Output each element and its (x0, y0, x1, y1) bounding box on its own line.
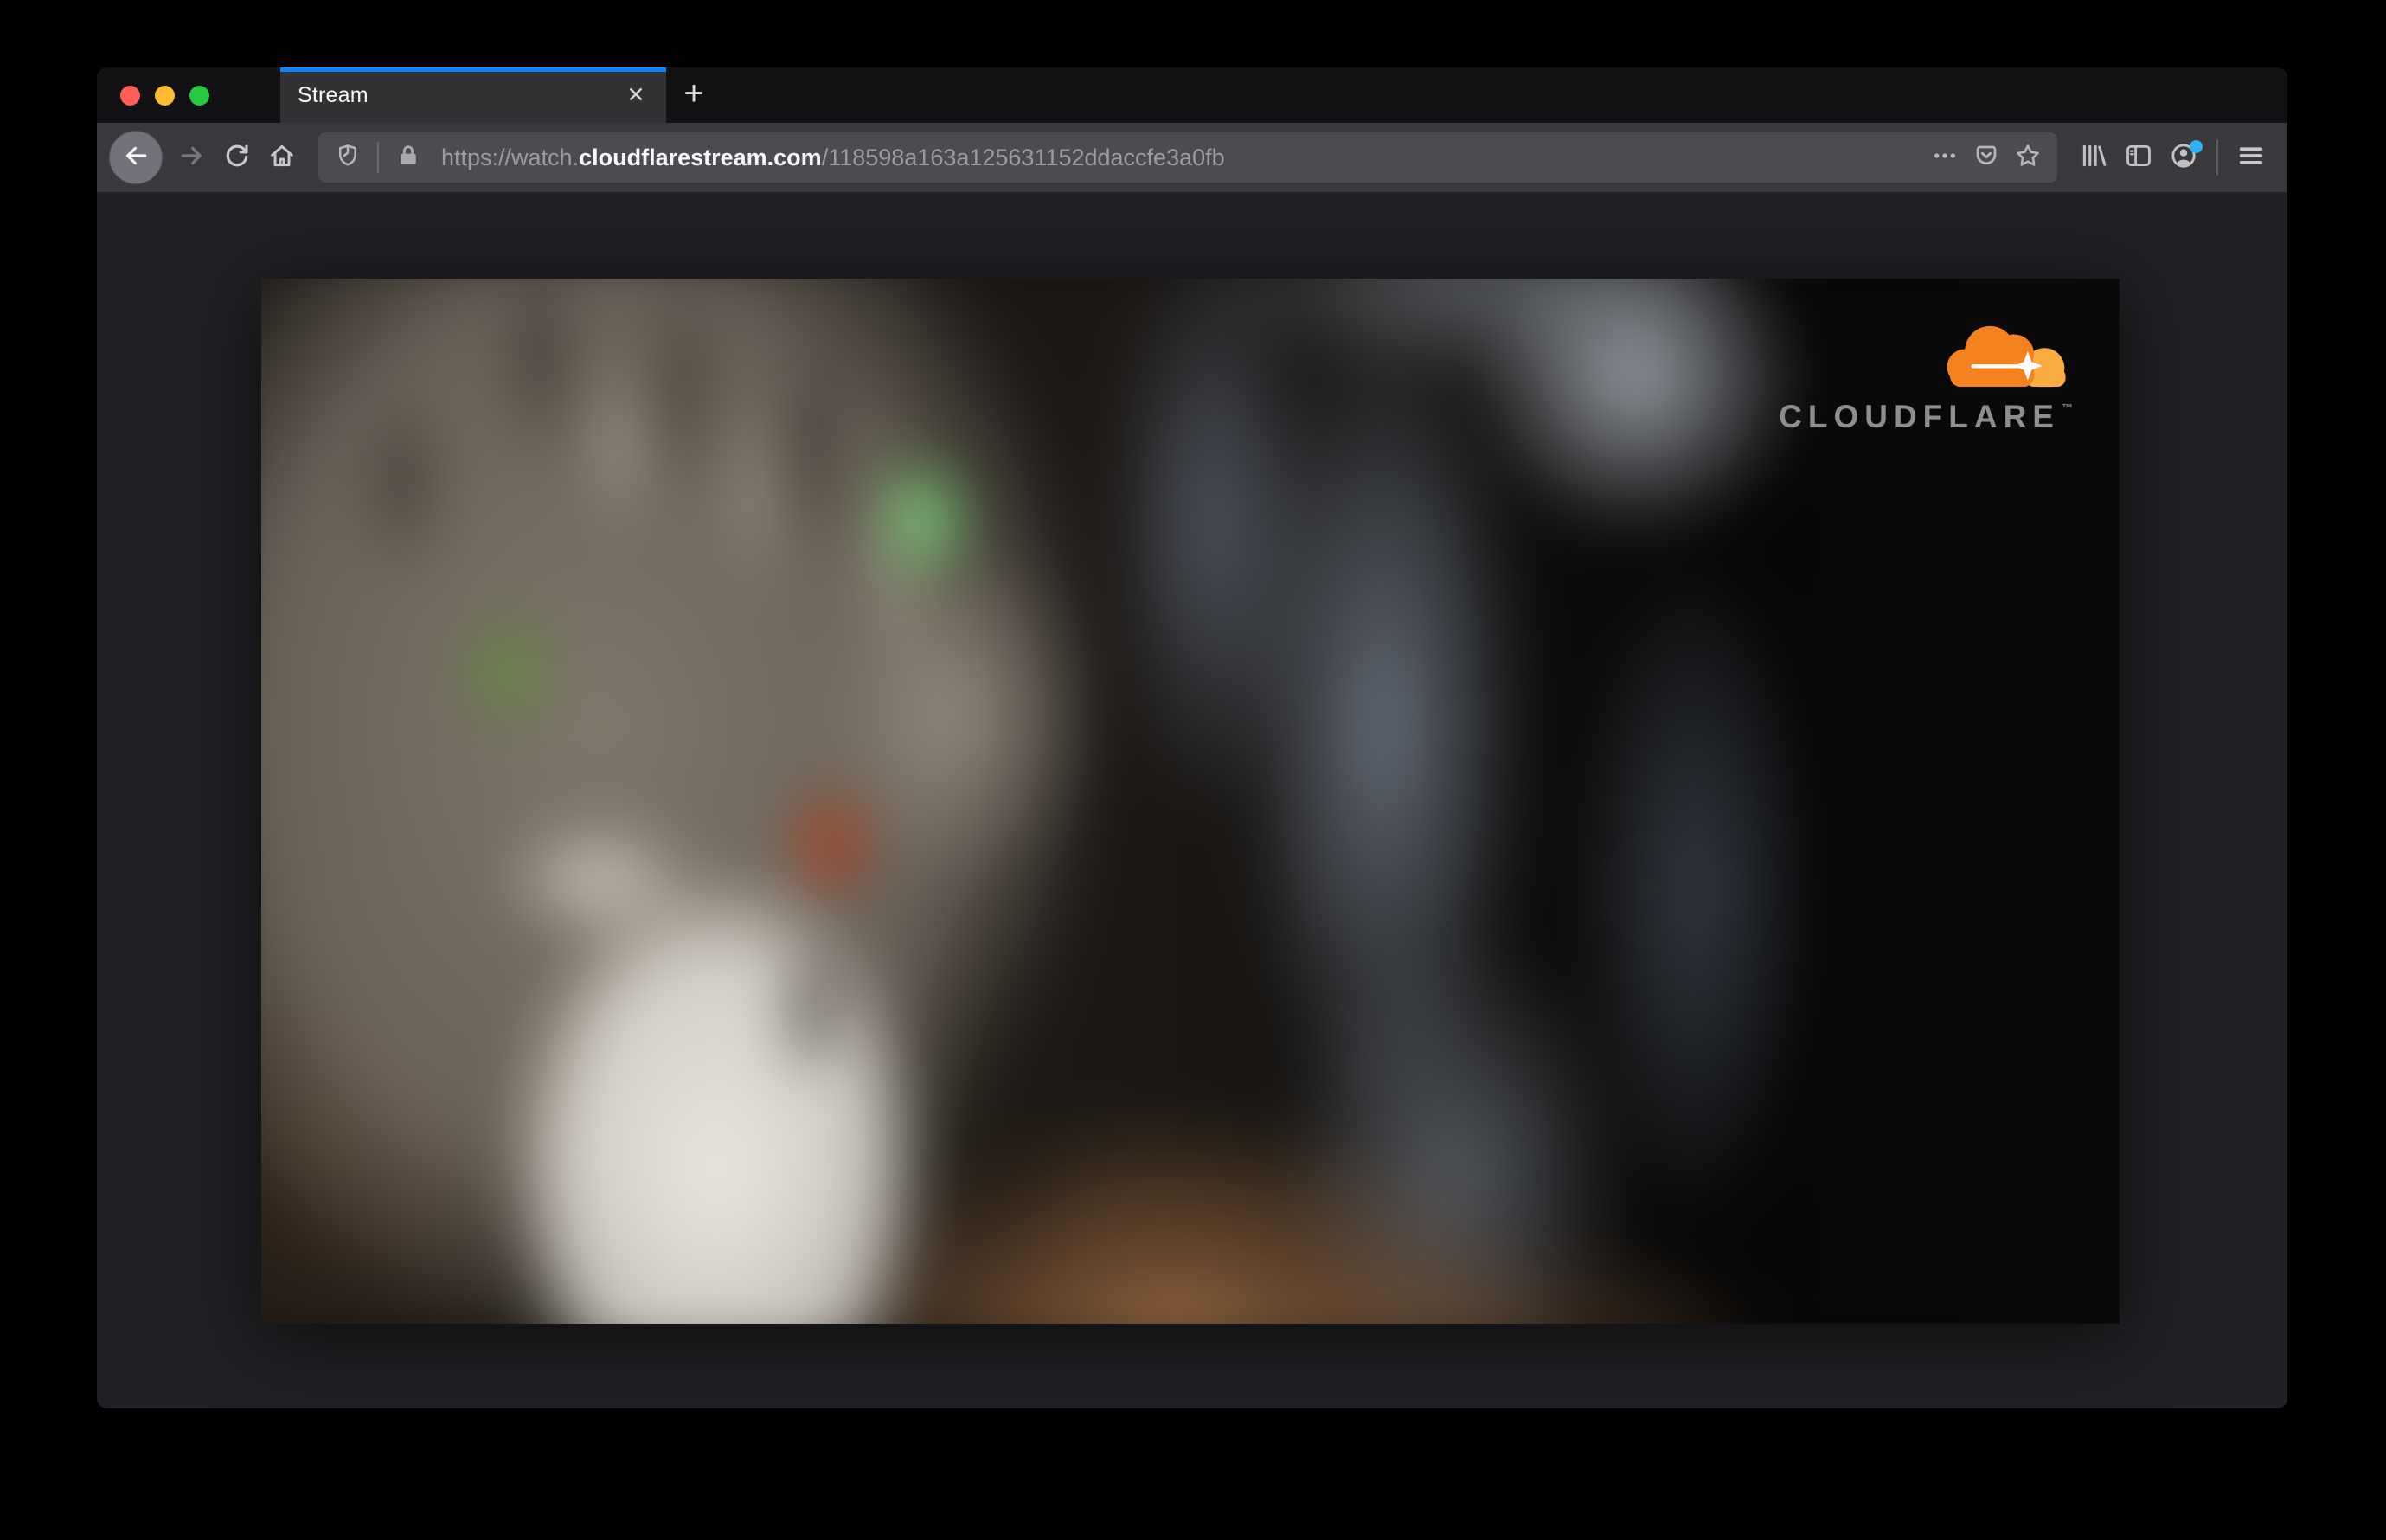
account-notification-badge (2190, 140, 2203, 153)
three-dots-icon (1932, 143, 1958, 173)
url-text: https://watch.cloudflarestream.com/11859… (441, 144, 1924, 171)
tracking-protection-button[interactable] (327, 137, 369, 178)
url-bar[interactable]: https://watch.cloudflarestream.com/11859… (318, 132, 2057, 183)
urlbar-divider (377, 142, 379, 173)
forward-button[interactable] (170, 135, 215, 180)
toolbar-divider (2216, 139, 2218, 176)
reload-icon (223, 142, 251, 174)
library-button[interactable] (2071, 135, 2116, 180)
site-identity-button[interactable] (388, 137, 429, 178)
pocket-button[interactable] (1966, 137, 2007, 178)
zoom-window-button[interactable] (189, 85, 209, 106)
video-frame-blurry-cat (261, 279, 2120, 1324)
bookmark-button[interactable] (2007, 137, 2049, 178)
home-button[interactable] (260, 135, 305, 180)
cloudflare-cloud-icon (1934, 322, 2073, 395)
tab-title: Stream (298, 82, 369, 107)
tab-bar-empty-space (722, 67, 2287, 123)
browser-window: Stream ✕ + https://watch.cloudflarestrea… (97, 67, 2287, 1408)
minimize-window-button[interactable] (155, 85, 175, 106)
window-controls (97, 67, 280, 123)
url-scheme: https://watch. (441, 144, 580, 170)
home-icon (268, 142, 296, 174)
close-window-button[interactable] (120, 85, 140, 106)
page-content: CLOUDFLARE ™ (97, 192, 2287, 1408)
desktop-background: Stream ✕ + https://watch.cloudflarestrea… (0, 0, 2386, 1540)
page-actions-button[interactable] (1924, 137, 1966, 178)
hamburger-menu-icon (2236, 141, 2266, 175)
tab-close-icon[interactable]: ✕ (619, 79, 652, 112)
reload-button[interactable] (215, 135, 260, 180)
cloudflare-logo: CLOUDFLARE ™ (1779, 322, 2073, 433)
back-arrow-icon (122, 142, 150, 174)
cloudflare-wordmark: CLOUDFLARE ™ (1779, 401, 2073, 433)
star-icon (2014, 142, 2042, 174)
back-button[interactable] (109, 131, 163, 184)
pocket-icon (1973, 143, 1999, 173)
account-button[interactable] (2161, 135, 2206, 180)
url-domain: cloudflarestream.com (579, 144, 822, 170)
tab-bar: Stream ✕ + (97, 67, 2287, 123)
url-path: /118598a163a125631152ddaccfe3a0fb (821, 144, 1225, 170)
lock-icon (396, 144, 420, 172)
tab-stream[interactable]: Stream ✕ (280, 67, 666, 123)
menu-button[interactable] (2229, 135, 2274, 180)
video-player[interactable]: CLOUDFLARE ™ (261, 279, 2120, 1324)
library-icon (2079, 141, 2108, 175)
new-tab-button[interactable]: + (666, 67, 722, 123)
shield-icon (335, 143, 361, 173)
forward-arrow-icon (178, 142, 206, 174)
sidebar-button[interactable] (2116, 135, 2161, 180)
sidebar-icon (2124, 141, 2153, 175)
navigation-toolbar: https://watch.cloudflarestream.com/11859… (97, 123, 2287, 192)
cloudflare-trademark: ™ (2062, 401, 2073, 414)
cloudflare-brand-text: CLOUDFLARE (1779, 399, 2060, 434)
